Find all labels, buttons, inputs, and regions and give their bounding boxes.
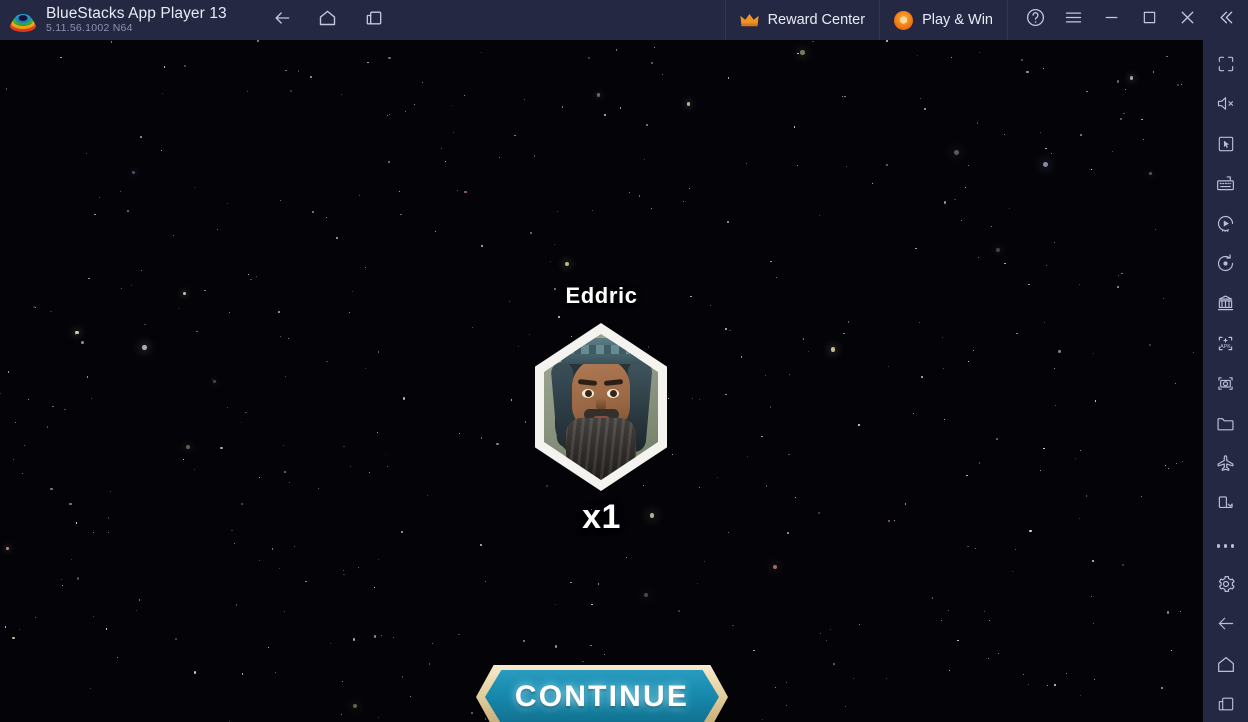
play-and-win-label: Play & Win [922, 12, 993, 28]
folder-icon [1215, 413, 1236, 439]
apk-install-icon: APK [1215, 333, 1236, 359]
eco-mode-button[interactable] [1206, 446, 1246, 486]
reward-center-button[interactable]: Reward Center [724, 0, 881, 40]
collapse-sidebar-button[interactable] [1208, 3, 1242, 37]
keyboard-controls-button[interactable] [1206, 166, 1246, 206]
title-bar: BlueStacks App Player 13 5.11.56.1002 N6… [0, 0, 1248, 40]
android-home-button[interactable] [1206, 646, 1246, 686]
multi-window-icon [1216, 694, 1236, 719]
rotate-screen-icon [1215, 493, 1236, 519]
app-version: 5.11.56.1002 N64 [46, 22, 133, 34]
chevron-double-left-icon [1215, 7, 1236, 33]
continue-button-label: CONTINUE [514, 680, 690, 713]
game-viewport[interactable]: Eddric x1 CONTINUE [0, 40, 1203, 722]
play-and-win-button[interactable]: Play & Win [880, 0, 1008, 40]
reward-center-label: Reward Center [767, 12, 866, 28]
maximize-icon [1140, 8, 1159, 32]
menu-button[interactable] [1056, 3, 1090, 37]
settings-button[interactable] [1206, 566, 1246, 606]
continue-button[interactable]: CONTINUE [476, 665, 728, 722]
continue-button-fill: CONTINUE [485, 670, 719, 722]
app-title: BlueStacks App Player 13 [46, 5, 227, 22]
install-apk-button[interactable]: APK [1206, 326, 1246, 366]
gear-icon [1215, 573, 1237, 600]
multi-instance-button[interactable] [1206, 286, 1246, 326]
bluestacks-window: BlueStacks App Player 13 5.11.56.1002 N6… [0, 0, 1248, 722]
media-manager-button[interactable] [1206, 406, 1246, 446]
coin-icon [894, 10, 914, 30]
android-nav-group [267, 5, 389, 35]
close-icon [1177, 7, 1198, 33]
multi-window-icon [364, 8, 384, 33]
sync-rotate-icon [1215, 253, 1236, 279]
macro-button[interactable] [1206, 206, 1246, 246]
screenshot-button[interactable] [1206, 366, 1246, 406]
sync-operations-button[interactable] [1206, 246, 1246, 286]
help-button[interactable] [1018, 3, 1052, 37]
fullscreen-icon [1216, 54, 1236, 79]
right-sidebar: APK [1203, 40, 1248, 722]
fullscreen-button[interactable] [1206, 46, 1246, 86]
character-portrait-card[interactable] [535, 323, 667, 491]
close-button[interactable] [1170, 3, 1204, 37]
back-button[interactable] [267, 5, 297, 35]
recents-button[interactable] [359, 5, 389, 35]
crown-icon [739, 13, 759, 28]
keyboard-icon [1215, 173, 1236, 199]
android-back-button[interactable] [1206, 606, 1246, 646]
app-title-block: BlueStacks App Player 13 5.11.56.1002 N6… [46, 0, 227, 40]
home-button[interactable] [313, 5, 343, 35]
more-options-button[interactable] [1206, 526, 1246, 566]
reward-screen: Eddric x1 CONTINUE [0, 40, 1203, 722]
home-icon [317, 7, 338, 33]
window-controls [1008, 3, 1248, 37]
maximize-button[interactable] [1132, 3, 1166, 37]
cursor-box-icon [1216, 134, 1236, 159]
camera-icon [1215, 373, 1236, 399]
android-recents-button[interactable] [1206, 686, 1246, 722]
speaker-mute-icon [1215, 93, 1236, 119]
rotate-screen-button[interactable] [1206, 486, 1246, 526]
titlebar-right-group: Reward Center Play & Win [724, 0, 1248, 40]
ellipsis-icon [1216, 544, 1235, 548]
home-icon [1215, 653, 1237, 680]
airplane-icon [1215, 453, 1236, 479]
mute-button[interactable] [1206, 86, 1246, 126]
character-count: x1 [582, 498, 621, 536]
minimize-button[interactable] [1094, 3, 1128, 37]
arrow-left-icon [272, 8, 292, 33]
arrow-left-icon [1215, 613, 1236, 639]
hamburger-menu-icon [1063, 7, 1084, 33]
bluestacks-logo-icon [9, 6, 37, 34]
minimize-icon [1101, 7, 1122, 33]
macro-play-icon [1215, 213, 1236, 239]
game-controls-button[interactable] [1206, 126, 1246, 166]
character-name: Eddric [565, 283, 638, 308]
question-circle-icon [1025, 7, 1046, 33]
svg-text:APK: APK [1220, 344, 1231, 350]
multi-instance-icon [1215, 293, 1236, 319]
